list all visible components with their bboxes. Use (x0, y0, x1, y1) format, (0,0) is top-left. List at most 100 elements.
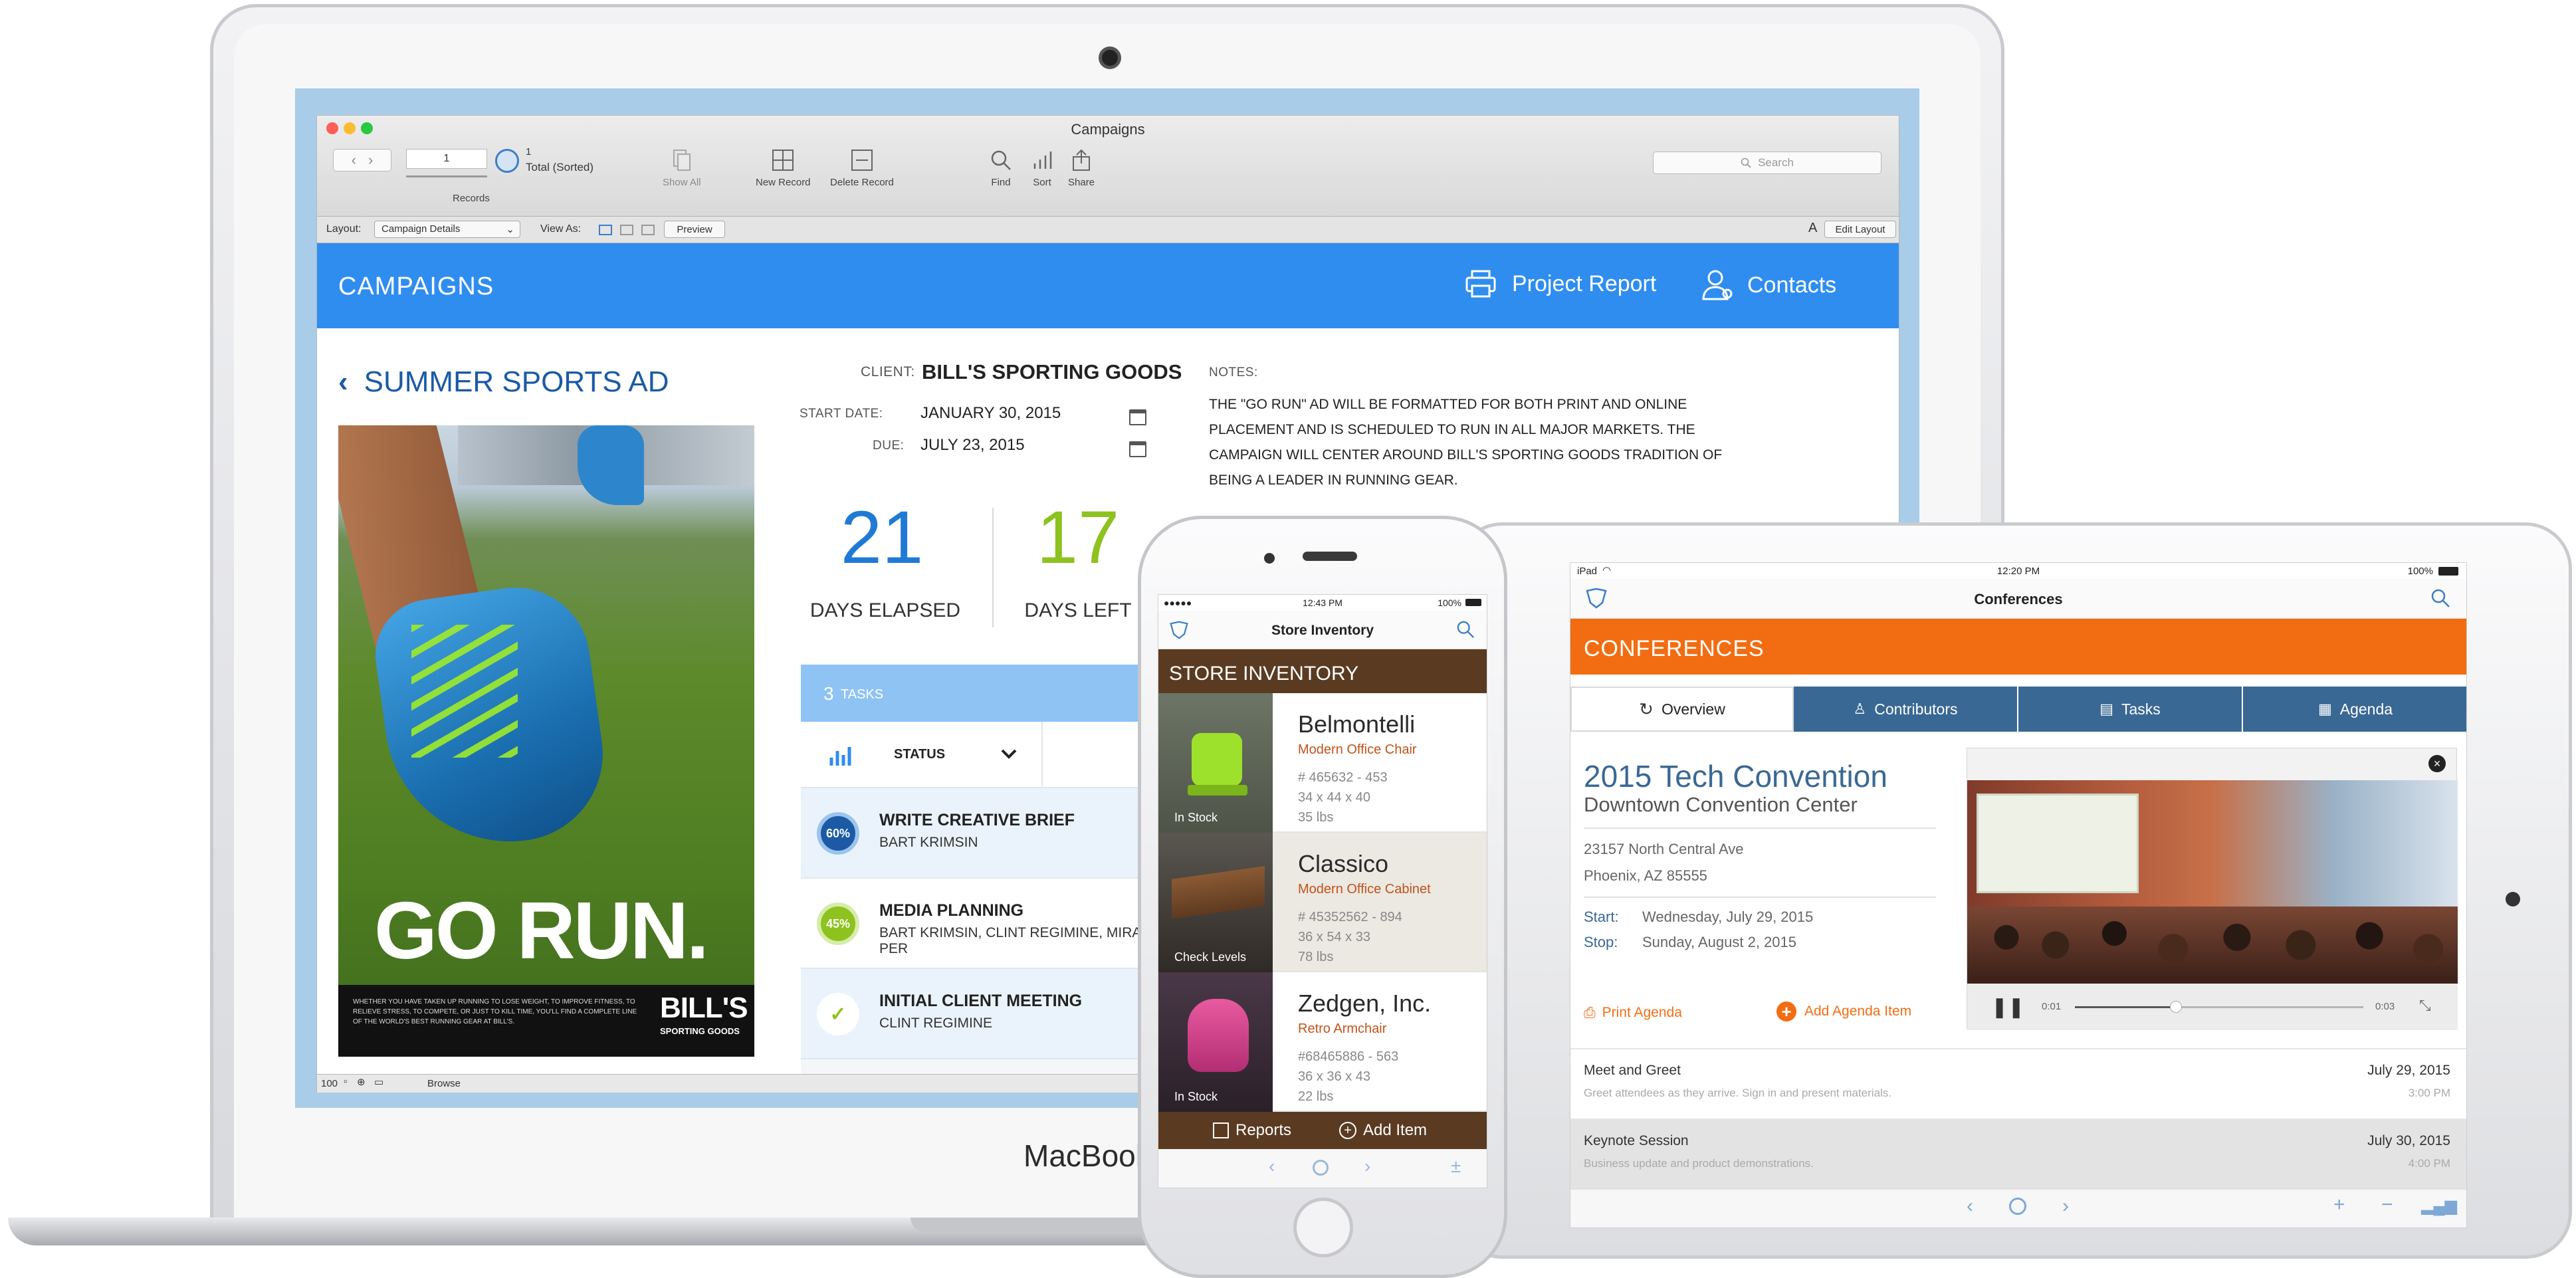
nav-back-forward[interactable]: ‹ › (333, 149, 391, 171)
progress-ring: 60% (817, 812, 859, 855)
contacts-button[interactable]: Contacts (1701, 268, 1836, 302)
ipad-statusbar: iPad ◠ 12:20 PM 100% (1570, 563, 2466, 579)
font-size-icon[interactable]: A (1808, 221, 1817, 236)
close-video-icon[interactable]: × (2428, 755, 2446, 772)
agenda-list: Meet and Greet Greet attendees as they a… (1570, 1048, 2466, 1190)
stop-value: Sunday, August 2, 2015 (1642, 934, 1796, 950)
task-row[interactable]: 45% MEDIA PLANNING BART KRIMSIN, CLINT R… (801, 879, 1173, 969)
layout-label: Layout: (326, 223, 362, 235)
chevron-left-icon[interactable]: ‹ (352, 152, 356, 169)
chart-icon[interactable]: ▂▄▆ (2421, 1196, 2457, 1216)
mode-label[interactable]: Browse (427, 1078, 461, 1089)
chevron-left-icon[interactable]: ‹ (1269, 1156, 1275, 1177)
contacts-icon (1702, 270, 1733, 300)
product-name: Zedgen, Inc. (1298, 990, 1432, 1017)
ipad-navbar: Conferences (1570, 579, 2466, 619)
conferences-title: CONFERENCES (1584, 636, 1765, 661)
calendar-icon: ▦ (2317, 700, 2332, 717)
home-circle-icon[interactable] (1313, 1160, 1329, 1176)
fullscreen-icon[interactable]: ⤡ (2419, 997, 2431, 1014)
record-slider[interactable] (406, 175, 487, 177)
chevron-left-icon[interactable]: ‹ (1967, 1195, 1973, 1218)
video-scrubber[interactable] (2075, 1001, 2363, 1013)
search-icon[interactable] (1456, 620, 1475, 639)
find-button[interactable]: Find (990, 149, 1012, 188)
shoe-back (578, 425, 644, 505)
product-name: Classico (1298, 850, 1389, 877)
ad-headline: GO RUN. (374, 885, 709, 976)
printer-icon: ⎙ (1584, 1004, 1596, 1021)
iphone-speaker (1303, 552, 1357, 561)
delete-record-button[interactable]: Delete Record (830, 149, 894, 188)
view-table-icon[interactable] (641, 225, 655, 235)
product-row[interactable]: In Stock Zedgen, Inc. Retro Armchair #68… (1158, 972, 1487, 1112)
printer-icon (1465, 270, 1496, 298)
days-elapsed-value: 21 (840, 496, 924, 579)
info-divider (1584, 827, 1936, 829)
event-address2: Phoenix, AZ 85555 (1584, 867, 1707, 884)
product-row[interactable]: Check Levels Classico Modern Office Cabi… (1158, 833, 1487, 972)
remove-icon[interactable]: − (2381, 1194, 2393, 1216)
home-button[interactable] (1293, 1198, 1353, 1257)
sort-button[interactable]: Sort (1031, 149, 1053, 188)
tab-tasks[interactable]: ▤ Tasks (2018, 687, 2243, 732)
view-form-icon[interactable] (599, 225, 612, 235)
product-dims: 36 x 54 x 33 (1298, 930, 1370, 944)
tab-contributors[interactable]: ♙ Contributors (1794, 687, 2018, 732)
show-all-button[interactable]: Show All (663, 149, 701, 188)
product-row[interactable]: In Stock Belmontelli Modern Office Chair… (1158, 693, 1487, 833)
plus-minus-icon[interactable]: ± (1451, 1156, 1461, 1177)
record-field[interactable]: 1 (406, 149, 487, 169)
add-agenda-item-button[interactable]: + Add Agenda Item (1776, 1002, 1911, 1021)
delete-record-label: Delete Record (830, 177, 894, 188)
agenda-time: 4:00 PM (2408, 1157, 2450, 1170)
event-address1: 23157 North Central Ave (1584, 841, 1744, 857)
agenda-row[interactable]: Meet and Greet Greet attendees as they a… (1570, 1049, 2466, 1120)
video-knob[interactable] (2169, 1001, 2182, 1013)
search-icon[interactable] (2430, 588, 2450, 608)
contributors-icon: ♙ (1853, 700, 1867, 717)
preview-button[interactable]: Preview (664, 221, 725, 238)
add-item-button[interactable]: + Add Item (1339, 1121, 1427, 1140)
chevron-right-icon[interactable]: › (368, 152, 373, 169)
search-input[interactable]: Search (1653, 152, 1881, 174)
layout-select[interactable]: Campaign Details ⌄ (374, 221, 520, 238)
pause-icon[interactable]: ❚❚ (1991, 996, 2024, 1019)
new-record-button[interactable]: New Record (756, 149, 811, 188)
tab-overview[interactable]: ↻ Overview (1570, 687, 1794, 732)
ad-image: GO RUN. WHETHER YOU HAVE TAKEN UP RUNNIN… (338, 425, 754, 1057)
calendar-icon[interactable] (1129, 409, 1146, 425)
search-icon (1741, 158, 1751, 168)
home-circle-icon[interactable] (2009, 1198, 2026, 1215)
ad-brand-sub: SPORTING GOODS (660, 1026, 740, 1036)
add-icon[interactable]: + (2333, 1194, 2345, 1216)
status-label: STATUS (894, 747, 946, 762)
zoom-in-icon[interactable]: ⊕ (357, 1076, 366, 1088)
zoom-out-icon[interactable]: ▫ (344, 1076, 347, 1087)
status-filter[interactable]: STATUS (801, 722, 1043, 788)
task-title: WRITE CREATIVE BRIEF (879, 811, 1075, 829)
chevron-right-icon[interactable]: › (1364, 1156, 1370, 1177)
ipad-camera (2506, 892, 2520, 906)
product-sku: # 465632 - 453 (1298, 770, 1388, 785)
toggle-toolbar-icon[interactable]: ▭ (374, 1076, 383, 1088)
print-agenda-button[interactable]: ⎙ Print Agenda (1584, 1004, 1682, 1021)
view-list-icon[interactable] (620, 225, 633, 235)
macbook-brand: MacBook (1023, 1138, 1151, 1173)
task-row[interactable]: 60% WRITE CREATIVE BRIEF BART KRIMSIN (801, 788, 1173, 879)
chevron-right-icon[interactable]: › (2062, 1195, 2069, 1218)
chevron-down-icon (1001, 749, 1017, 759)
reports-button[interactable]: Reports (1213, 1121, 1291, 1140)
share-button[interactable]: Share (1068, 149, 1095, 188)
edit-layout-button[interactable]: Edit Layout (1824, 221, 1896, 238)
agenda-row[interactable]: Keynote Session Business update and prod… (1570, 1120, 2466, 1190)
project-report-button[interactable]: Project Report (1464, 268, 1656, 299)
chevron-left-icon[interactable]: ‹ (338, 366, 348, 399)
start-label: Start: (1584, 908, 1619, 925)
tab-agenda[interactable]: ▦ Agenda (2243, 687, 2466, 732)
zoom-level[interactable]: 100 (321, 1078, 338, 1089)
task-row[interactable]: ✓ INITIAL CLIENT MEETING CLINT REGIMINE (801, 969, 1173, 1059)
back-title[interactable]: ‹ SUMMER SPORTS AD (338, 366, 669, 399)
calendar-icon[interactable] (1129, 441, 1146, 457)
video-player[interactable]: × ❚❚ 0:01 0:03 ⤡ (1967, 748, 2458, 1030)
